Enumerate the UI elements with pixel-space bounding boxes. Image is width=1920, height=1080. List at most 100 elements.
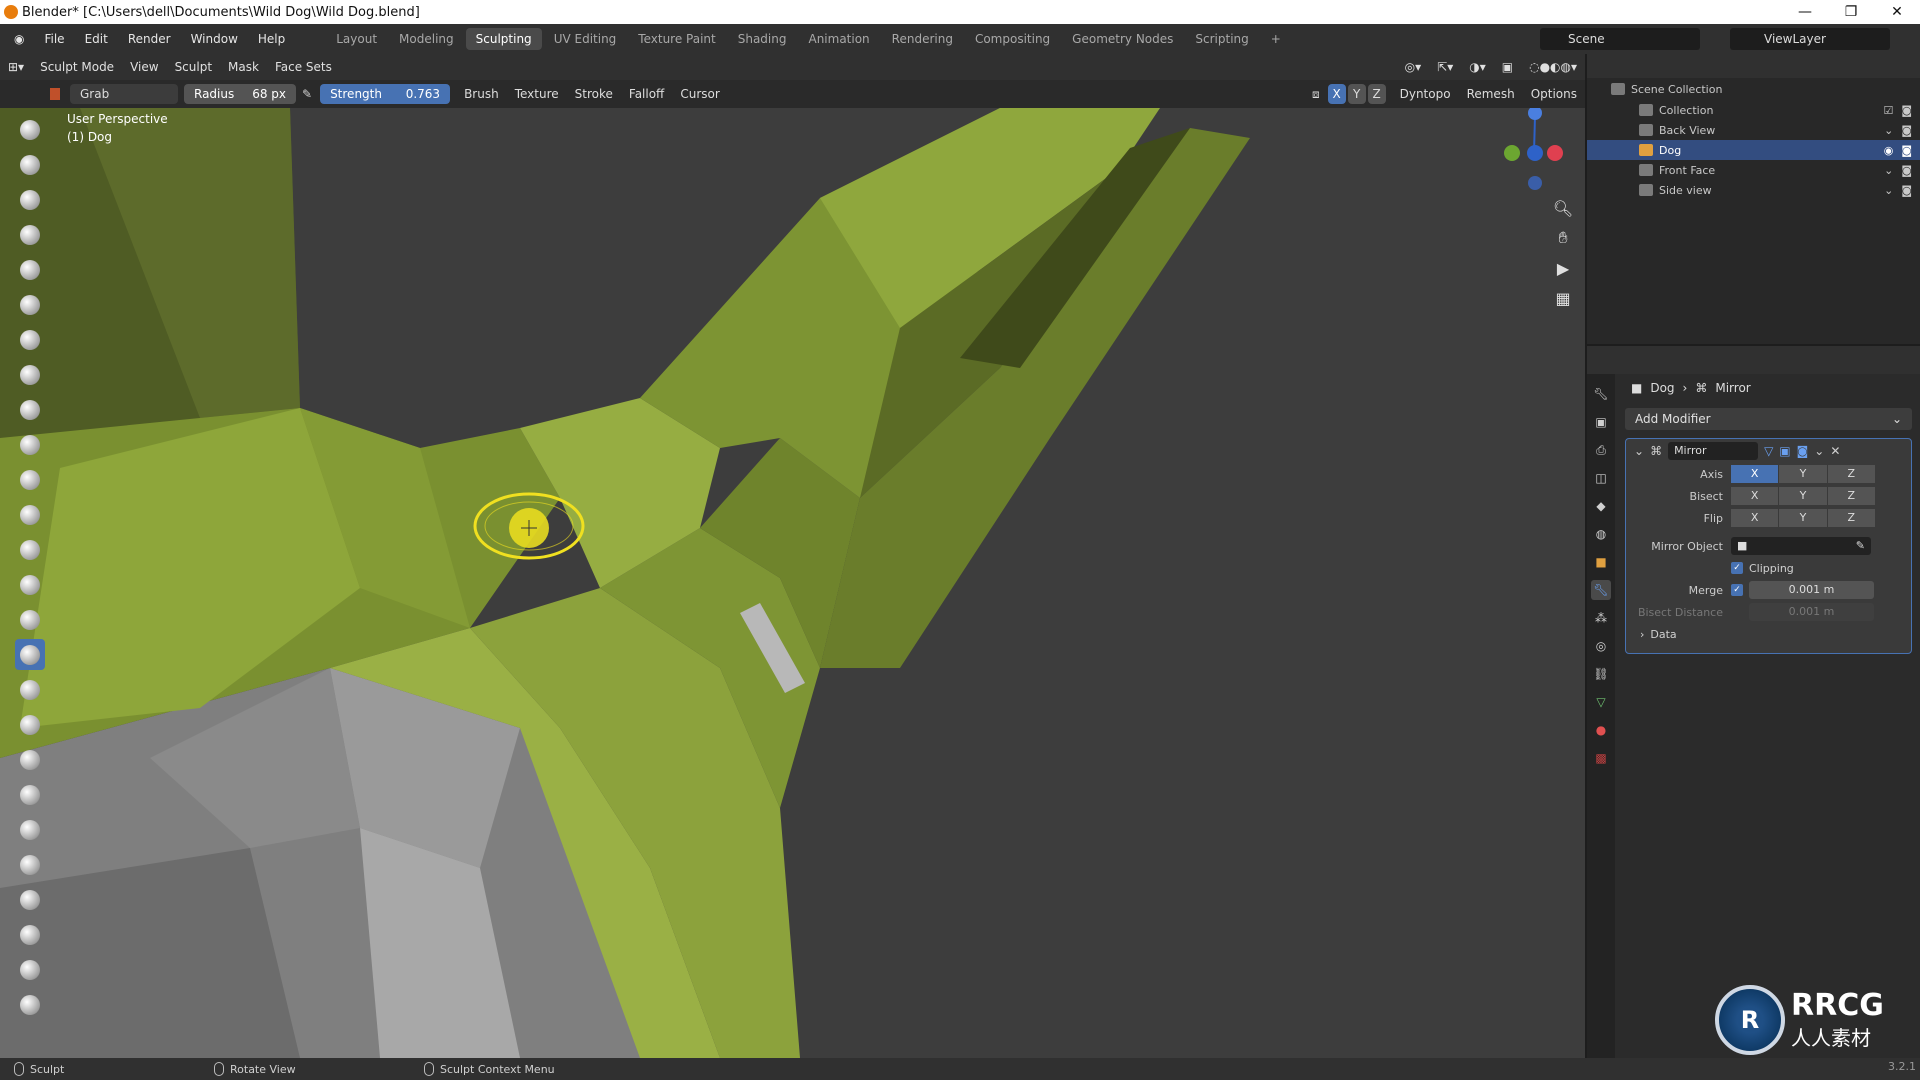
flip-y-toggle[interactable]: Y [1779, 509, 1827, 527]
editor-type-icon[interactable]: ⊞▾ [0, 54, 32, 80]
tab-uv-editing[interactable]: UV Editing [544, 28, 627, 50]
symmetry-x-toggle[interactable]: X [1327, 84, 1346, 104]
mirror-object-field[interactable]: ■ ✎ [1731, 537, 1871, 555]
grid-icon[interactable]: ▦ [1551, 286, 1575, 310]
draw-brush-tool[interactable] [15, 114, 45, 145]
brush-dropdown[interactable]: Brush [456, 80, 507, 108]
flatten-brush-tool[interactable] [15, 464, 45, 495]
modifier-menu-chevron-icon[interactable]: ⌄ [1814, 444, 1824, 458]
options-dropdown[interactable]: Options [1523, 80, 1585, 108]
tab-rendering[interactable]: Rendering [882, 28, 963, 50]
blob-brush-tool[interactable] [15, 359, 45, 390]
flip-x-toggle[interactable]: X [1731, 509, 1779, 527]
modifier-name-field[interactable]: Mirror [1668, 442, 1759, 460]
outliner-item-side-view[interactable]: Side view ⌄ ◙ [1587, 180, 1920, 200]
scrape-brush-tool[interactable] [15, 534, 45, 565]
slide-relax-brush-tool[interactable] [15, 884, 45, 915]
outliner-item-front-face[interactable]: Front Face ⌄ ◙ [1587, 160, 1920, 180]
camera-restrict-icon[interactable]: ◙ [1901, 184, 1912, 197]
add-modifier-button[interactable]: Add Modifier ⌄ [1625, 408, 1912, 430]
add-workspace-button[interactable]: + [1261, 28, 1291, 50]
flip-z-toggle[interactable]: Z [1827, 509, 1875, 527]
gizmo-toggle-icon[interactable]: ⇱▾ [1429, 54, 1461, 80]
multiplane-scrape-brush-tool[interactable] [15, 569, 45, 600]
texture-dropdown[interactable]: Texture [507, 80, 567, 108]
tab-texture-paint[interactable]: Texture Paint [628, 28, 725, 50]
inflate-brush-tool[interactable] [15, 324, 45, 355]
fill-brush-tool[interactable] [15, 499, 45, 530]
radius-field[interactable]: Radius 68 px [184, 84, 296, 104]
clay-strips-brush-tool[interactable] [15, 219, 45, 250]
view-layer-tab-icon[interactable]: ◫ [1591, 468, 1611, 488]
menu-edit[interactable]: Edit [75, 24, 118, 54]
scene-tab-icon[interactable]: ◆ [1591, 496, 1611, 516]
falloff-dropdown[interactable]: Falloff [621, 80, 672, 108]
clay-brush-tool[interactable] [15, 184, 45, 215]
clipping-checkbox[interactable]: ✓ [1731, 562, 1743, 574]
bisect-x-toggle[interactable]: X [1731, 487, 1779, 505]
texture-tab-icon[interactable]: ▩ [1591, 748, 1611, 768]
data-subpanel[interactable]: › Data [1626, 623, 1911, 645]
camera-restrict-icon[interactable]: ◙ [1901, 164, 1912, 177]
bisect-distance-field[interactable]: 0.001 m [1749, 603, 1874, 621]
grab-brush-tool[interactable] [15, 639, 45, 670]
tab-compositing[interactable]: Compositing [965, 28, 1060, 50]
menu-face-sets[interactable]: Face Sets [267, 54, 340, 80]
mode-selector[interactable]: Sculpt Mode [32, 54, 122, 80]
particles-tab-icon[interactable]: ⁂ [1591, 608, 1611, 628]
outliner-scene-collection[interactable]: Scene Collection [1587, 78, 1920, 100]
draw-sharp-brush-tool[interactable] [15, 149, 45, 180]
stroke-dropdown[interactable]: Stroke [567, 80, 621, 108]
clay-thumb-brush-tool[interactable] [15, 254, 45, 285]
physics-tab-icon[interactable]: ◎ [1591, 636, 1611, 656]
material-tab-icon[interactable]: ● [1591, 720, 1611, 740]
data-tab-icon[interactable]: ▽ [1591, 692, 1611, 712]
cloth-brush-tool[interactable] [15, 954, 45, 985]
minimize-button[interactable]: — [1782, 0, 1828, 24]
hide-icon[interactable]: ⌄ [1884, 184, 1893, 197]
axis-z-toggle[interactable]: Z [1827, 465, 1875, 483]
symmetry-y-toggle[interactable]: Y [1347, 84, 1366, 104]
hide-icon[interactable]: ⌄ [1884, 124, 1893, 137]
hide-icon[interactable]: ⌄ [1884, 164, 1893, 177]
tab-geometry-nodes[interactable]: Geometry Nodes [1062, 28, 1183, 50]
shading-modes-icon[interactable]: ◌●◐◍▾ [1521, 54, 1585, 80]
remove-modifier-icon[interactable]: ✕ [1830, 444, 1840, 458]
menu-render[interactable]: Render [118, 24, 181, 54]
strength-field[interactable]: Strength 0.763 [320, 84, 451, 104]
merge-distance-field[interactable]: 0.001 m [1749, 581, 1874, 599]
tool-tab-icon[interactable]: 🔧︎ [1591, 384, 1611, 404]
camera-icon[interactable]: ▶ [1551, 256, 1575, 280]
camera-restrict-icon[interactable]: ◙ [1901, 144, 1912, 157]
viewlayer-selector[interactable]: ViewLayer [1730, 28, 1890, 50]
constraints-tab-icon[interactable]: ⛓︎ [1591, 664, 1611, 684]
outliner-item-collection[interactable]: Collection ☑ ◙ [1587, 100, 1920, 120]
world-tab-icon[interactable]: ◍ [1591, 524, 1611, 544]
symmetry-icon[interactable]: ⧈ [1304, 80, 1328, 108]
camera-restrict-icon[interactable]: ◙ [1901, 104, 1912, 117]
edit-mode-toggle-icon[interactable]: ▽ [1764, 444, 1773, 458]
menu-sculpt[interactable]: Sculpt [167, 54, 220, 80]
checkbox-icon[interactable]: ☑ [1883, 104, 1893, 117]
close-window-button[interactable]: ✕ [1874, 0, 1920, 24]
menu-mask[interactable]: Mask [220, 54, 267, 80]
tab-modeling[interactable]: Modeling [389, 28, 464, 50]
elastic-deform-brush-tool[interactable] [15, 674, 45, 705]
crease-brush-tool[interactable] [15, 394, 45, 425]
brush-selector[interactable]: Grab [70, 84, 178, 104]
dyntopo-dropdown[interactable]: Dyntopo [1392, 80, 1459, 108]
eyedropper-icon[interactable]: ✎ [1856, 537, 1871, 555]
output-tab-icon[interactable]: ⎙ [1591, 440, 1611, 460]
camera-restrict-icon[interactable]: ◙ [1901, 124, 1912, 137]
axis-y-toggle[interactable]: Y [1779, 465, 1827, 483]
symmetry-z-toggle[interactable]: Z [1367, 84, 1386, 104]
outliner-item-back-view[interactable]: Back View ⌄ ◙ [1587, 120, 1920, 140]
xray-toggle-icon[interactable]: ▣ [1494, 54, 1521, 80]
snake-hook-brush-tool[interactable] [15, 709, 45, 740]
blender-menu-icon[interactable]: ◉ [0, 24, 34, 54]
hand-icon[interactable]: ✋︎ [1551, 226, 1575, 250]
cursor-dropdown[interactable]: Cursor [672, 80, 727, 108]
eye-icon[interactable]: ◉ [1884, 144, 1894, 157]
object-tab-icon[interactable]: ■ [1591, 552, 1611, 572]
zoom-icon[interactable]: 🔍︎ [1551, 196, 1575, 220]
